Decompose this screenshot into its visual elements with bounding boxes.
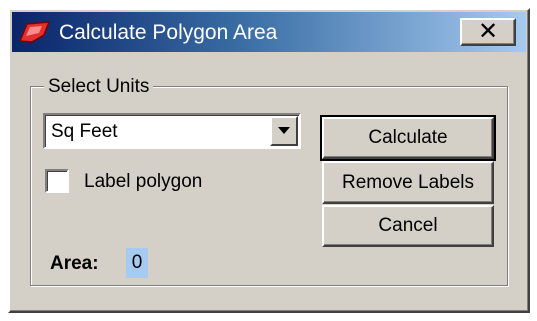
dropdown-button[interactable] [270,116,298,146]
polygon-icon [18,21,51,43]
remove-labels-button[interactable]: Remove Labels [322,161,494,204]
calculate-button[interactable]: Calculate [320,115,496,161]
area-label: Area: [50,253,99,274]
close-icon: ✕ [477,18,499,45]
area-value: 0 [126,248,148,278]
units-dropdown[interactable]: Sq Feet [43,113,301,149]
label-polygon-label[interactable]: Label polygon [84,171,202,193]
label-polygon-checkbox[interactable] [45,169,69,193]
units-selected-value: Sq Feet [51,121,118,142]
select-units-label: Select Units [44,76,154,98]
cancel-button[interactable]: Cancel [322,205,494,247]
title-bar[interactable]: Calculate Polygon Area ✕ [12,12,526,52]
window-title: Calculate Polygon Area [59,21,278,44]
chevron-down-icon [278,127,290,134]
close-button[interactable]: ✕ [460,18,516,46]
